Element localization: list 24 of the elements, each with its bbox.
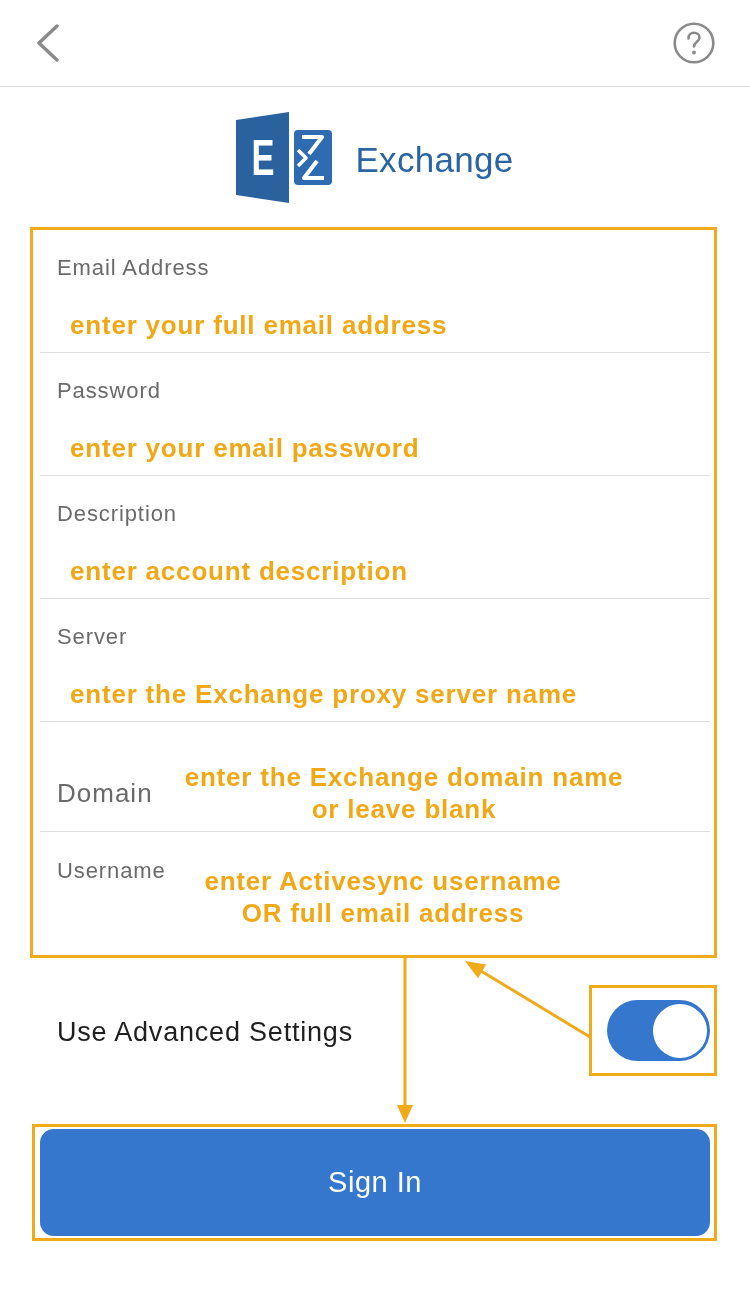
annotation-text: enter the Exchange proxy server name [70,678,578,710]
input-field[interactable]: Email Address enter your full email address [40,230,710,353]
annotation-text: enter the Exchange domain name or leave blank [184,760,624,825]
field-label: Username [57,858,166,884]
field-label: Description [57,501,177,527]
field-label: Domain [57,777,153,808]
annotation-text: enter your email password [70,432,420,464]
field-label: Email Address [57,255,210,281]
back-icon[interactable] [36,24,60,62]
annotation-text: enter Activesync username OR full email address [204,865,562,929]
input-field[interactable]: Server enter the Exchange proxy server name [40,599,710,722]
sign-in-button[interactable]: Sign In [40,1129,710,1236]
field-label: Password [57,378,161,404]
logo-wordmark: Exchange [355,139,514,180]
annotation-text: enter account description [70,555,408,587]
field-label: Server [57,624,128,650]
annotation-text: enter your full email address [70,309,448,341]
input-field[interactable]: Domain enter the Exchange domain name or leave blank [40,722,710,832]
input-field[interactable]: Description enter account description [40,476,710,599]
help-icon[interactable] [673,22,715,64]
input-field[interactable]: Password enter your email password [40,353,710,476]
setting-label: Use Advanced Settings [57,1016,353,1049]
toggle-switch[interactable] [607,1000,710,1061]
input-field[interactable]: Username enter Activesync username OR full email address [40,832,710,955]
